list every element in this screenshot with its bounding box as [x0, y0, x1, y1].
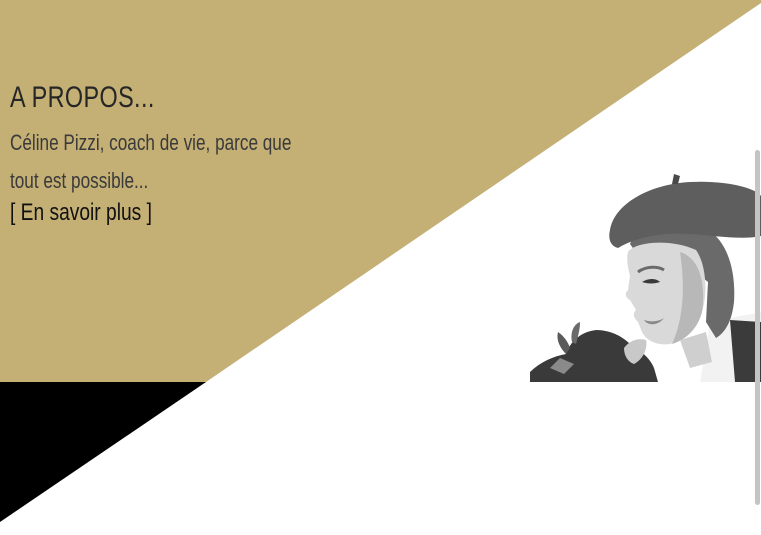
- about-text: Céline Pizzi, coach de vie, parce que to…: [10, 130, 292, 193]
- black-triangle: [0, 382, 206, 522]
- about-section: A PROPOS... Céline Pizzi, coach de vie, …: [10, 78, 330, 228]
- learn-more-link[interactable]: [ En savoir plus ]: [10, 198, 152, 228]
- portrait-image: [530, 174, 761, 382]
- page: A PROPOS... Céline Pizzi, coach de vie, …: [0, 0, 761, 535]
- portrait-photo: [530, 172, 761, 382]
- scrollbar[interactable]: [755, 150, 760, 505]
- about-title: A PROPOS...: [10, 81, 155, 114]
